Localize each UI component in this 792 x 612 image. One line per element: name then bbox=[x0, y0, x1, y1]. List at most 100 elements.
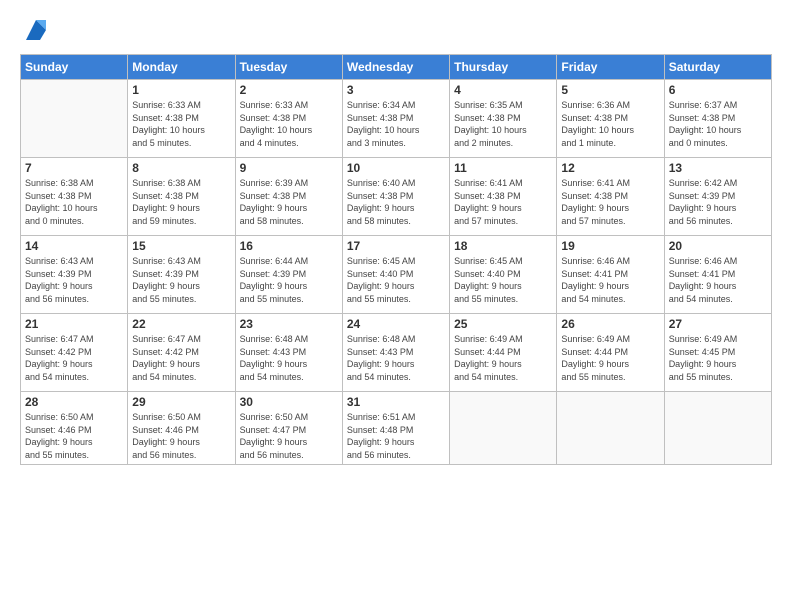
day-number: 28 bbox=[25, 395, 123, 409]
logo bbox=[20, 16, 50, 44]
day-info: Sunrise: 6:46 AMSunset: 4:41 PMDaylight:… bbox=[561, 255, 659, 305]
calendar-cell: 27 Sunrise: 6:49 AMSunset: 4:45 PMDayligh… bbox=[664, 314, 771, 392]
day-number: 23 bbox=[240, 317, 338, 331]
day-info: Sunrise: 6:45 AMSunset: 4:40 PMDaylight:… bbox=[454, 255, 552, 305]
weekday-header-thursday: Thursday bbox=[450, 55, 557, 80]
day-info: Sunrise: 6:50 AMSunset: 4:46 PMDaylight:… bbox=[25, 411, 123, 461]
day-info: Sunrise: 6:41 AMSunset: 4:38 PMDaylight:… bbox=[561, 177, 659, 227]
day-info: Sunrise: 6:37 AMSunset: 4:38 PMDaylight:… bbox=[669, 99, 767, 149]
day-info: Sunrise: 6:49 AMSunset: 4:45 PMDaylight:… bbox=[669, 333, 767, 383]
weekday-header-wednesday: Wednesday bbox=[342, 55, 449, 80]
day-number: 8 bbox=[132, 161, 230, 175]
calendar-cell: 5 Sunrise: 6:36 AMSunset: 4:38 PMDaylight… bbox=[557, 80, 664, 158]
calendar-cell: 21 Sunrise: 6:47 AMSunset: 4:42 PMDayligh… bbox=[21, 314, 128, 392]
calendar-cell: 4 Sunrise: 6:35 AMSunset: 4:38 PMDaylight… bbox=[450, 80, 557, 158]
calendar-cell: 24Sunrise: 6:48 AMSunset: 4:43 PMDayligh… bbox=[342, 314, 449, 392]
day-number: 31 bbox=[347, 395, 445, 409]
calendar-cell: 9 Sunrise: 6:39 AMSunset: 4:38 PMDaylight… bbox=[235, 158, 342, 236]
day-number: 13 bbox=[669, 161, 767, 175]
calendar-cell: 11Sunrise: 6:41 AMSunset: 4:38 PMDayligh… bbox=[450, 158, 557, 236]
calendar-cell: 26 Sunrise: 6:49 AMSunset: 4:44 PMDayligh… bbox=[557, 314, 664, 392]
day-number: 26 bbox=[561, 317, 659, 331]
day-number: 6 bbox=[669, 83, 767, 97]
day-number: 30 bbox=[240, 395, 338, 409]
calendar-cell: 12 Sunrise: 6:41 AMSunset: 4:38 PMDayligh… bbox=[557, 158, 664, 236]
day-number: 19 bbox=[561, 239, 659, 253]
calendar-cell: 7 Sunrise: 6:38 AMSunset: 4:38 PMDaylight… bbox=[21, 158, 128, 236]
day-info: Sunrise: 6:45 AMSunset: 4:40 PMDaylight:… bbox=[347, 255, 445, 305]
day-info: Sunrise: 6:49 AMSunset: 4:44 PMDaylight:… bbox=[561, 333, 659, 383]
calendar-cell: 8 Sunrise: 6:38 AMSunset: 4:38 PMDaylight… bbox=[128, 158, 235, 236]
day-number: 1 bbox=[132, 83, 230, 97]
day-info: Sunrise: 6:42 AMSunset: 4:39 PMDaylight:… bbox=[669, 177, 767, 227]
calendar-cell bbox=[21, 80, 128, 158]
day-info: Sunrise: 6:38 AMSunset: 4:38 PMDaylight:… bbox=[25, 177, 123, 227]
day-info: Sunrise: 6:33 AMSunset: 4:38 PMDaylight:… bbox=[132, 99, 230, 149]
day-number: 27 bbox=[669, 317, 767, 331]
day-info: Sunrise: 6:34 AMSunset: 4:38 PMDaylight:… bbox=[347, 99, 445, 149]
week-row-5: 28 Sunrise: 6:50 AMSunset: 4:46 PMDayligh… bbox=[21, 392, 772, 465]
day-info: Sunrise: 6:50 AMSunset: 4:47 PMDaylight:… bbox=[240, 411, 338, 461]
day-number: 20 bbox=[669, 239, 767, 253]
logo-icon bbox=[22, 16, 50, 44]
day-number: 5 bbox=[561, 83, 659, 97]
header bbox=[20, 16, 772, 44]
calendar-cell: 31Sunrise: 6:51 AMSunset: 4:48 PMDayligh… bbox=[342, 392, 449, 465]
day-number: 16 bbox=[240, 239, 338, 253]
day-number: 7 bbox=[25, 161, 123, 175]
calendar-cell: 29Sunrise: 6:50 AMSunset: 4:46 PMDayligh… bbox=[128, 392, 235, 465]
day-number: 22 bbox=[132, 317, 230, 331]
calendar-cell: 19 Sunrise: 6:46 AMSunset: 4:41 PMDayligh… bbox=[557, 236, 664, 314]
day-info: Sunrise: 6:35 AMSunset: 4:38 PMDaylight:… bbox=[454, 99, 552, 149]
day-info: Sunrise: 6:49 AMSunset: 4:44 PMDaylight:… bbox=[454, 333, 552, 383]
day-number: 18 bbox=[454, 239, 552, 253]
calendar-cell: 2Sunrise: 6:33 AMSunset: 4:38 PMDaylight… bbox=[235, 80, 342, 158]
day-number: 29 bbox=[132, 395, 230, 409]
day-number: 12 bbox=[561, 161, 659, 175]
page: SundayMondayTuesdayWednesdayThursdayFrid… bbox=[0, 0, 792, 612]
week-row-2: 7 Sunrise: 6:38 AMSunset: 4:38 PMDaylight… bbox=[21, 158, 772, 236]
day-number: 17 bbox=[347, 239, 445, 253]
day-number: 15 bbox=[132, 239, 230, 253]
weekday-header-row: SundayMondayTuesdayWednesdayThursdayFrid… bbox=[21, 55, 772, 80]
day-number: 9 bbox=[240, 161, 338, 175]
calendar-cell: 20Sunrise: 6:46 AMSunset: 4:41 PMDayligh… bbox=[664, 236, 771, 314]
day-info: Sunrise: 6:41 AMSunset: 4:38 PMDaylight:… bbox=[454, 177, 552, 227]
day-info: Sunrise: 6:40 AMSunset: 4:38 PMDaylight:… bbox=[347, 177, 445, 227]
calendar-cell bbox=[557, 392, 664, 465]
calendar-cell: 22 Sunrise: 6:47 AMSunset: 4:42 PMDayligh… bbox=[128, 314, 235, 392]
calendar-cell: 10Sunrise: 6:40 AMSunset: 4:38 PMDayligh… bbox=[342, 158, 449, 236]
day-info: Sunrise: 6:47 AMSunset: 4:42 PMDaylight:… bbox=[25, 333, 123, 383]
day-number: 2 bbox=[240, 83, 338, 97]
calendar-cell: 23 Sunrise: 6:48 AMSunset: 4:43 PMDayligh… bbox=[235, 314, 342, 392]
day-info: Sunrise: 6:43 AMSunset: 4:39 PMDaylight:… bbox=[132, 255, 230, 305]
calendar-cell: 3Sunrise: 6:34 AMSunset: 4:38 PMDaylight… bbox=[342, 80, 449, 158]
weekday-header-monday: Monday bbox=[128, 55, 235, 80]
calendar-cell bbox=[450, 392, 557, 465]
weekday-header-friday: Friday bbox=[557, 55, 664, 80]
calendar-table: SundayMondayTuesdayWednesdayThursdayFrid… bbox=[20, 54, 772, 465]
weekday-header-sunday: Sunday bbox=[21, 55, 128, 80]
week-row-4: 21 Sunrise: 6:47 AMSunset: 4:42 PMDayligh… bbox=[21, 314, 772, 392]
calendar-cell: 30 Sunrise: 6:50 AMSunset: 4:47 PMDayligh… bbox=[235, 392, 342, 465]
weekday-header-tuesday: Tuesday bbox=[235, 55, 342, 80]
calendar-cell: 14Sunrise: 6:43 AMSunset: 4:39 PMDayligh… bbox=[21, 236, 128, 314]
day-number: 4 bbox=[454, 83, 552, 97]
calendar-cell: 17 Sunrise: 6:45 AMSunset: 4:40 PMDayligh… bbox=[342, 236, 449, 314]
day-info: Sunrise: 6:39 AMSunset: 4:38 PMDaylight:… bbox=[240, 177, 338, 227]
day-info: Sunrise: 6:38 AMSunset: 4:38 PMDaylight:… bbox=[132, 177, 230, 227]
calendar-cell: 18 Sunrise: 6:45 AMSunset: 4:40 PMDayligh… bbox=[450, 236, 557, 314]
day-info: Sunrise: 6:47 AMSunset: 4:42 PMDaylight:… bbox=[132, 333, 230, 383]
calendar-cell: 16 Sunrise: 6:44 AMSunset: 4:39 PMDayligh… bbox=[235, 236, 342, 314]
day-info: Sunrise: 6:48 AMSunset: 4:43 PMDaylight:… bbox=[347, 333, 445, 383]
day-info: Sunrise: 6:48 AMSunset: 4:43 PMDaylight:… bbox=[240, 333, 338, 383]
day-info: Sunrise: 6:44 AMSunset: 4:39 PMDaylight:… bbox=[240, 255, 338, 305]
calendar-cell bbox=[664, 392, 771, 465]
week-row-3: 14Sunrise: 6:43 AMSunset: 4:39 PMDayligh… bbox=[21, 236, 772, 314]
day-info: Sunrise: 6:36 AMSunset: 4:38 PMDaylight:… bbox=[561, 99, 659, 149]
calendar-cell: 28 Sunrise: 6:50 AMSunset: 4:46 PMDayligh… bbox=[21, 392, 128, 465]
calendar-cell: 25Sunrise: 6:49 AMSunset: 4:44 PMDayligh… bbox=[450, 314, 557, 392]
calendar-cell: 1 Sunrise: 6:33 AMSunset: 4:38 PMDaylight… bbox=[128, 80, 235, 158]
calendar-cell: 6 Sunrise: 6:37 AMSunset: 4:38 PMDaylight… bbox=[664, 80, 771, 158]
day-number: 21 bbox=[25, 317, 123, 331]
